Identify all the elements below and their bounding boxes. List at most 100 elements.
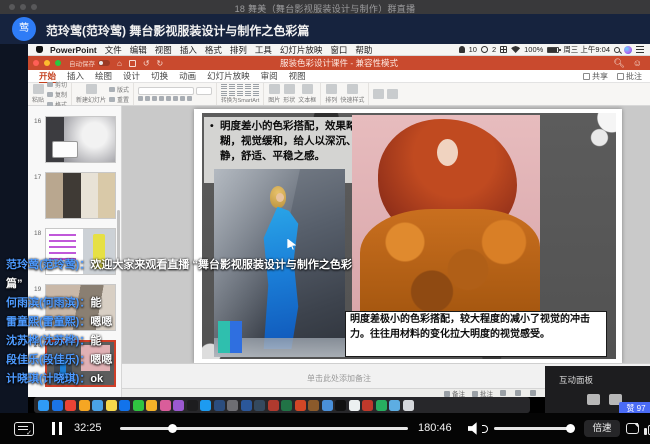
insert-picture-button[interactable]: 图片 [268, 84, 280, 104]
dock-icon-app[interactable] [376, 400, 387, 411]
grid-icon[interactable] [500, 46, 507, 53]
rotate-screen-icon[interactable] [626, 423, 639, 434]
italic-button[interactable] [145, 96, 150, 101]
underline-button[interactable] [152, 96, 157, 101]
slide-sorter-icon[interactable] [515, 390, 521, 396]
playback-speed-button[interactable]: 倍速 [584, 420, 620, 437]
ribbon-tab[interactable]: 视图 [289, 71, 306, 82]
ribbon-tab[interactable]: 插入 [67, 71, 84, 82]
dock-icon-safari[interactable] [52, 400, 63, 411]
numbering-button[interactable] [229, 84, 235, 89]
ribbon-tab[interactable]: 切换 [151, 71, 168, 82]
slide-17-thumbnail[interactable] [45, 172, 116, 219]
ribbon-tab[interactable]: 动画 [179, 71, 196, 82]
dock-icon-podcasts[interactable] [173, 400, 184, 411]
dock-icon-terminal[interactable] [254, 400, 265, 411]
menubar-item[interactable]: 格式 [205, 45, 222, 55]
dock-icon-music[interactable] [160, 400, 171, 411]
strikethrough-button[interactable] [159, 96, 164, 101]
sensitivity-button[interactable] [387, 89, 398, 99]
dock-icon-powerpoint[interactable] [295, 400, 306, 411]
menubar-item[interactable]: 文件 [105, 45, 122, 55]
ribbon-tab[interactable]: 幻灯片放映 [207, 71, 250, 82]
paste-button[interactable]: 粘贴 [32, 84, 44, 104]
dock-icon-numbers[interactable] [133, 400, 144, 411]
smartart-button[interactable]: 转换为SmartArt [221, 98, 259, 104]
menubar-item[interactable]: 工具 [255, 45, 272, 55]
bold-button[interactable] [138, 96, 143, 101]
dock-icon-chrome[interactable] [65, 400, 76, 411]
dock-icon-finder[interactable] [38, 400, 49, 411]
line-spacing-button[interactable] [245, 84, 251, 89]
control-center-icon[interactable] [636, 46, 644, 53]
dock-icon-qq[interactable] [335, 400, 346, 411]
menubar-item[interactable]: 窗口 [330, 45, 347, 55]
apple-menu-icon[interactable] [36, 46, 43, 53]
align-center-button[interactable] [229, 91, 235, 96]
dock-icon-excel[interactable] [281, 400, 292, 411]
dock-icon-app[interactable] [308, 400, 319, 411]
pause-button[interactable] [52, 422, 62, 435]
text-shadow-button[interactable] [166, 96, 171, 101]
highlight-button[interactable] [187, 96, 192, 101]
dock-icon-app[interactable] [79, 400, 90, 411]
copy-button[interactable]: 复制 [47, 90, 67, 99]
layout-button[interactable]: 版式 [109, 85, 129, 94]
dock-icon-keynote[interactable] [119, 400, 130, 411]
wifi-icon[interactable] [511, 46, 520, 53]
menubar-item[interactable]: 幻灯片放映 [280, 45, 323, 55]
streamer-avatar[interactable]: 莺 [12, 17, 36, 41]
dock-icon-tv[interactable] [187, 400, 198, 411]
dock-icon-appstore[interactable] [200, 400, 211, 411]
siri-icon[interactable] [624, 46, 632, 54]
menubar-clock[interactable]: 周三 上午9:04 [563, 44, 610, 55]
dock-icon-notes2[interactable] [349, 400, 360, 411]
dock-icon-folder[interactable] [92, 400, 103, 411]
cut-button[interactable]: 剪切 [47, 80, 67, 89]
dock-icon-app[interactable] [322, 400, 333, 411]
ribbon-tab[interactable]: 审阅 [261, 71, 278, 82]
new-slide-button[interactable]: 新建幻灯片 [76, 84, 106, 104]
align-right-button[interactable] [237, 91, 243, 96]
comments-button[interactable]: 批注 [617, 71, 642, 82]
slide-caption-textbox[interactable]: 明度差极小的色彩搭配，较大程度的减小了视觉的冲击力。往往用材料的变化拉大明度的视… [345, 311, 607, 357]
menubar-item[interactable]: 帮助 [355, 45, 372, 55]
dock-icon-charts[interactable] [146, 400, 157, 411]
share-button[interactable]: 共享 [583, 71, 608, 82]
playlist-notes-icon[interactable] [14, 422, 34, 436]
ribbon-tab[interactable]: 绘图 [95, 71, 112, 82]
volume-icon[interactable] [468, 422, 480, 435]
dock-icon-notes[interactable] [106, 400, 117, 411]
reset-button[interactable]: 重置 [109, 95, 129, 104]
people-icon[interactable] [481, 46, 488, 53]
volume-slider[interactable] [494, 427, 574, 430]
thumbs-up-icon[interactable] [644, 422, 650, 435]
menubar-item[interactable]: 视图 [155, 45, 172, 55]
volume-handle[interactable] [566, 424, 575, 433]
insert-shape-button[interactable]: 形状 [283, 84, 295, 104]
normal-view-icon[interactable] [500, 390, 506, 396]
dock-icon-trash[interactable] [403, 400, 414, 411]
menubar-app-name[interactable]: PowerPoint [50, 45, 97, 55]
insert-textbox-button[interactable]: 文本框 [298, 84, 316, 104]
panel-tool-icon[interactable] [587, 394, 600, 405]
portrait-model-photo[interactable] [352, 115, 540, 311]
dock-icon-photoshop[interactable] [214, 400, 225, 411]
bullets-button[interactable] [221, 84, 227, 89]
ribbon-tab[interactable]: 设计 [123, 71, 140, 82]
columns-button[interactable] [253, 91, 259, 96]
menubar-item[interactable]: 排列 [230, 45, 247, 55]
editor-button[interactable] [373, 89, 384, 99]
font-size-select[interactable] [196, 87, 212, 95]
text-direction-button[interactable] [253, 84, 259, 89]
spotlight-search-icon[interactable] [614, 47, 620, 53]
indent-button[interactable] [237, 84, 243, 89]
slide-16-thumbnail[interactable] [45, 116, 116, 163]
quick-styles-button[interactable]: 快速样式 [340, 84, 364, 104]
dock-icon-camera[interactable] [227, 400, 238, 411]
align-left-button[interactable] [221, 91, 227, 96]
char-spacing-button[interactable] [173, 96, 178, 101]
font-name-select[interactable] [138, 87, 194, 95]
menubar-item[interactable]: 插入 [180, 45, 197, 55]
menubar-item[interactable]: 编辑 [130, 45, 147, 55]
